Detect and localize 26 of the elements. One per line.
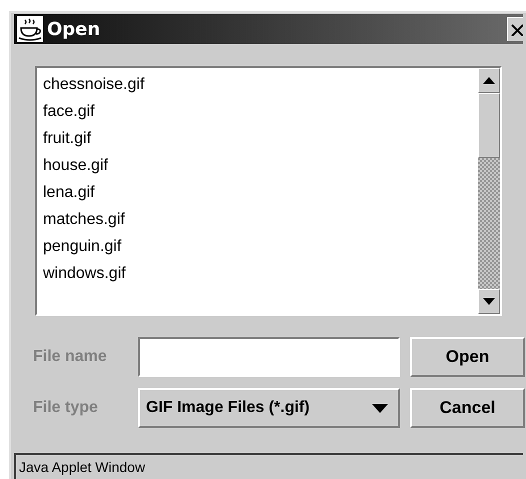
open-button[interactable]: Open [410,337,525,377]
file-name-field[interactable] [138,337,400,377]
scroll-up-button[interactable] [478,68,500,93]
scroll-thumb[interactable] [478,93,500,158]
close-icon [511,24,523,36]
file-type-dropdown[interactable]: GIF Image Files (*.gif) [138,388,400,428]
caret-icon [372,404,388,412]
coffee-cup-icon [17,16,43,42]
scrollbar[interactable] [478,68,500,314]
file-item[interactable]: windows.gif [41,260,128,287]
field-label: File type [33,398,99,418]
file-item[interactable]: fruit.gif [41,125,94,152]
close-button[interactable] [507,17,523,41]
down-arrow-icon [483,298,495,305]
file-item[interactable]: lena.gif [41,179,97,206]
file-item[interactable]: matches.gif [41,206,127,233]
field-label: File name [33,347,108,367]
window-title: Open [47,18,100,42]
file-item[interactable]: penguin.gif [41,233,124,260]
up-arrow-icon [483,77,495,84]
file-item[interactable]: chessnoise.gif [41,71,146,98]
file-item[interactable]: face.gif [41,98,97,125]
cancel-button[interactable]: Cancel [410,388,525,428]
scroll-down-button[interactable] [478,289,500,314]
status-bar: Java Applet Window [14,453,523,479]
file-item[interactable]: house.gif [41,152,110,179]
